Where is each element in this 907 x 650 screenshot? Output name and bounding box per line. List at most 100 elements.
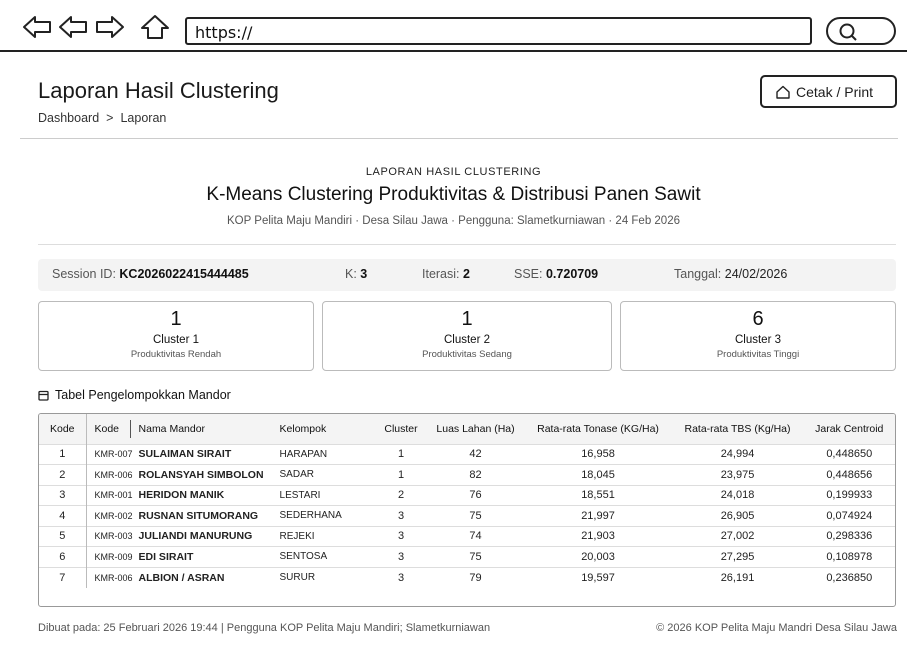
breadcrumb-dashboard[interactable]: Dashboard <box>38 111 99 125</box>
cluster-number: 3 <box>397 530 405 543</box>
jarak-centroid: 0,074924 <box>826 509 873 522</box>
col-header-kode[interactable]: Kode <box>86 414 133 444</box>
tonase: 21,903 <box>581 530 615 543</box>
session-id-value: KC2026022415444485 <box>119 267 249 281</box>
kelompok: LESTARI <box>279 489 321 501</box>
tanggal-date: 24/02/2026 <box>724 267 788 281</box>
cluster-count: 6 <box>752 308 764 330</box>
divider <box>38 244 896 245</box>
session-id: Session ID: KC2026022415444485 <box>52 267 249 281</box>
table-row[interactable]: 4 KMR-002 RUSNAN SITUMORANG SEDERHANA 3 75 21,… <box>39 505 895 526</box>
jarak-centroid: 0,108978 <box>826 550 873 563</box>
k-value: K: 3 <box>345 267 367 281</box>
report-title: K-Means Clustering Produktivitas & Distr… <box>206 184 701 205</box>
jarak-centroid: 0,448656 <box>826 468 873 481</box>
mandor-name: SULAIMAN SIRAIT <box>138 448 232 461</box>
cluster-desc: Produktivitas Sedang <box>422 349 512 360</box>
back-arrow-icon[interactable] <box>22 14 52 40</box>
back-icon[interactable] <box>58 14 88 40</box>
table-body: 1 KMR-007 SULAIMAN SIRAIT HARAPAN 1 42 16,958 2… <box>39 444 895 588</box>
col-header-jarak[interactable]: Jarak Centroid <box>804 414 895 444</box>
col-header-tbs[interactable]: Rata-rata TBS (Kg/Ha) <box>672 414 804 444</box>
luas-lahan: 79 <box>469 571 482 584</box>
table-row[interactable]: 6 KMR-009 EDI SIRAIT SENTOSA 3 75 20,003 27,295… <box>39 546 895 567</box>
table-row[interactable]: 5 KMR-003 JULIANDI MANURUNG REJEKI 3 74 21,903… <box>39 526 895 547</box>
jarak-centroid: 0,448650 <box>826 448 873 461</box>
table-row[interactable]: 3 KMR-001 HERIDON MANIK LESTARI 2 76 18,551 24,… <box>39 485 895 506</box>
col-header-luas[interactable]: Luas Lahan (Ha) <box>427 414 525 444</box>
tbs: 26,905 <box>720 509 755 522</box>
row-number: 3 <box>39 485 87 506</box>
url-bar[interactable]: https:// <box>185 17 812 45</box>
tonase: 19,597 <box>581 571 615 584</box>
mandor-code: KMR-003 <box>94 531 133 542</box>
home-icon[interactable] <box>140 14 170 40</box>
cluster-count: 1 <box>461 308 473 330</box>
sse-number: 0.720709 <box>545 267 599 281</box>
kelompok: SURUR <box>279 572 316 583</box>
tonase: 18,045 <box>581 468 615 481</box>
tonase: 20,003 <box>581 550 615 563</box>
luas-lahan: 82 <box>469 468 482 481</box>
cluster-name: Cluster 3 <box>734 334 782 346</box>
row-number: 5 <box>39 526 87 547</box>
cluster-number: 1 <box>397 448 405 461</box>
tbs: 23,975 <box>720 468 755 481</box>
cluster-number: 2 <box>397 489 405 502</box>
cluster-desc: Produktivitas Tinggi <box>716 349 800 360</box>
table-row[interactable]: 7 KMR-006 ALBION / ASRAN SURUR 3 79 19,597 26,1… <box>39 567 895 588</box>
tonase: 16,958 <box>581 448 615 461</box>
divider <box>20 138 898 139</box>
cluster-number: 3 <box>397 550 405 563</box>
jarak-centroid: 0,199933 <box>826 489 873 502</box>
col-header-kelompok[interactable]: Kelompok <box>280 414 376 444</box>
mandor-name: HERIDON MANIK <box>138 489 225 502</box>
mandor-name: EDI SIRAIT <box>138 550 194 563</box>
table-row[interactable]: 1 KMR-007 SULAIMAN SIRAIT HARAPAN 1 42 16,958 2… <box>39 444 895 465</box>
row-number: 6 <box>39 546 87 567</box>
tbs: 27,002 <box>720 530 755 543</box>
kelompok: SEDERHANA <box>279 510 342 522</box>
table-section-title: Tabel Pengelompokkan Mandor <box>38 388 231 402</box>
forward-icon[interactable] <box>95 14 125 40</box>
col-header-nama[interactable]: Nama Mandor <box>133 414 280 444</box>
mandor-table: Kode Kode Nama Mandor Kelompok Cluster L… <box>38 413 896 607</box>
tbs: 27,295 <box>720 550 755 563</box>
tanggal-label: Tanggal: <box>674 267 722 281</box>
col-header-kode-label: Kode <box>94 422 120 435</box>
home-print-icon <box>776 85 790 99</box>
search-button[interactable] <box>826 17 896 45</box>
jarak-centroid: 0,298336 <box>826 530 873 543</box>
row-number: 2 <box>39 464 87 485</box>
footer-copyright: © 2026 KOP Pelita Maju Mandri Desa Silau… <box>656 622 897 634</box>
cluster-count: 1 <box>170 308 182 330</box>
col-header-cluster[interactable]: Cluster <box>376 414 427 444</box>
mandor-code: KMR-009 <box>94 551 133 562</box>
cluster-card-3: 6 Cluster 3 Produktivitas Tinggi <box>620 301 896 371</box>
url-text: https:// <box>195 23 253 42</box>
col-header-tonase[interactable]: Rata-rata Tonase (KG/Ha) <box>525 414 672 444</box>
luas-lahan: 76 <box>469 489 482 502</box>
table-header-row: Kode Kode Nama Mandor Kelompok Cluster L… <box>39 414 895 444</box>
luas-lahan: 74 <box>469 530 482 543</box>
table-title: Tabel Pengelompokkan Mandor <box>55 388 231 402</box>
table-row[interactable]: 2 KMR-006 ROLANSYAH SIMBOLON SADAR 1 82 18,045… <box>39 464 895 485</box>
kelompok: HARAPAN <box>279 448 328 460</box>
tonase: 21,997 <box>581 509 615 522</box>
cluster-name: Cluster 1 <box>152 334 200 346</box>
table-icon <box>38 390 49 401</box>
cluster-number: 3 <box>397 509 405 522</box>
footer-created: Dibuat pada: 25 Februari 2026 19:44 | Pe… <box>38 622 491 634</box>
print-button[interactable]: Cetak / Print <box>760 75 897 108</box>
k-number: 3 <box>360 267 368 281</box>
breadcrumb-separator: > <box>106 111 114 125</box>
row-number: 4 <box>39 505 87 526</box>
cluster-card-1: 1 Cluster 1 Produktivitas Rendah <box>38 301 314 371</box>
mandor-code: KMR-006 <box>94 469 133 480</box>
tbs: 26,191 <box>720 571 755 584</box>
jarak-centroid: 0,236850 <box>826 571 873 584</box>
sse-label: SSE: <box>514 267 543 281</box>
k-label: K: <box>345 267 357 281</box>
report-kicker: LAPORAN HASIL CLUSTERING <box>365 166 542 178</box>
col-header-no[interactable]: Kode <box>39 414 87 444</box>
